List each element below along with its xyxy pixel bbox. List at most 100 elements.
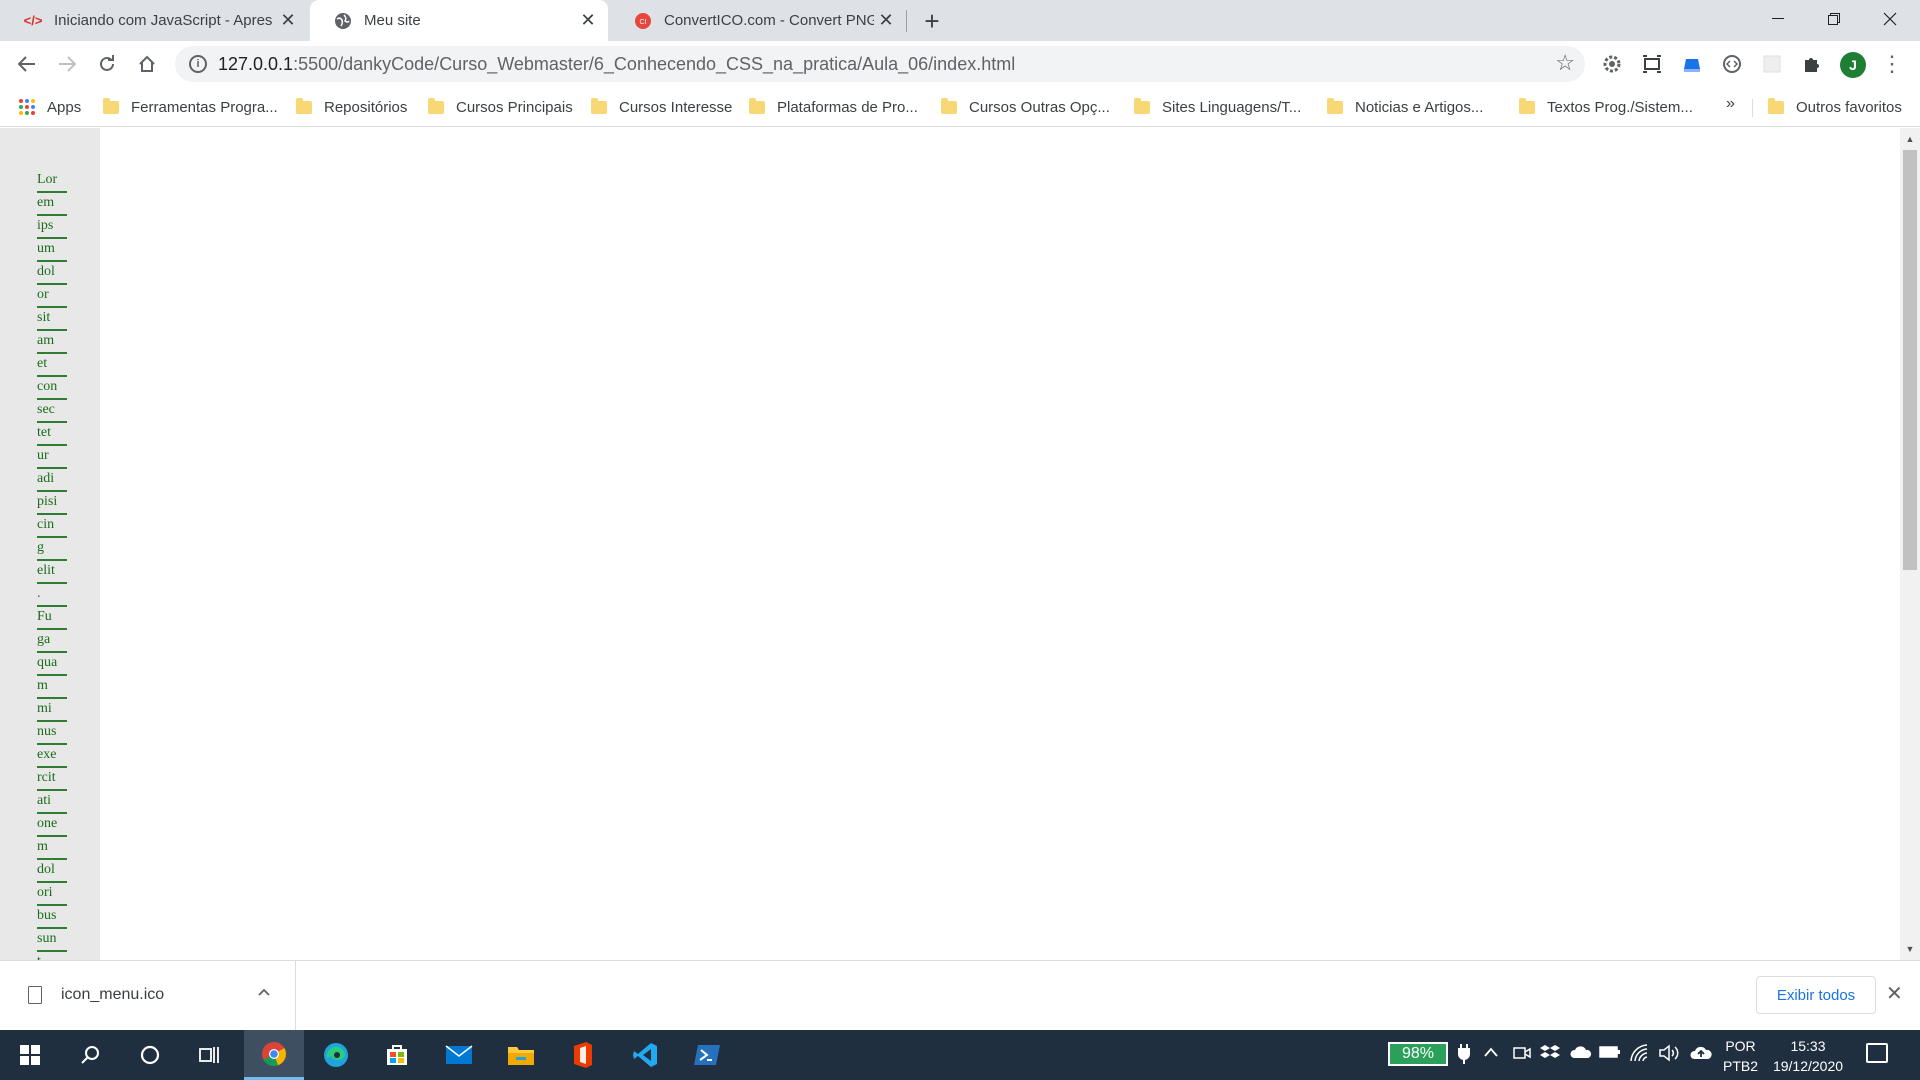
volume-icon[interactable]: [1659, 1044, 1681, 1067]
url-text[interactable]: 127.0.0.1:5500/dankyCode/Curso_Webmaster…: [218, 54, 1015, 75]
blank-extension-icon[interactable]: [1761, 53, 1783, 75]
new-tab-button[interactable]: +: [916, 6, 948, 36]
close-window-button[interactable]: [1862, 0, 1918, 37]
cortana-icon[interactable]: [120, 1030, 180, 1080]
bookmark-folder[interactable]: Ferramentas Progra...: [103, 95, 278, 119]
search-icon[interactable]: [60, 1030, 120, 1080]
scrollbar-thumb[interactable]: [1903, 150, 1917, 570]
battery-indicator[interactable]: 98%: [1388, 1042, 1448, 1066]
scroll-up-arrow-icon[interactable]: ▲: [1900, 130, 1920, 148]
lorem-word-link[interactable]: rcit: [37, 768, 67, 791]
lorem-word-link[interactable]: am: [37, 331, 67, 354]
lorem-word-link[interactable]: um: [37, 239, 67, 262]
mail-icon[interactable]: [429, 1030, 489, 1080]
code-extension-icon[interactable]: [1721, 53, 1743, 75]
show-all-downloads-button[interactable]: Exibir todos: [1756, 976, 1876, 1014]
office-icon[interactable]: [553, 1030, 613, 1080]
browser-menu-icon[interactable]: ⋮: [1881, 51, 1903, 77]
close-tab-icon[interactable]: ✕: [276, 9, 300, 33]
lorem-word-link[interactable]: nus: [37, 722, 67, 745]
close-tab-icon[interactable]: ✕: [874, 9, 898, 33]
start-windows-icon[interactable]: [0, 1030, 60, 1080]
lorem-word-link[interactable]: mi: [37, 699, 67, 722]
address-bar[interactable]: i 127.0.0.1:5500/dankyCode/Curso_Webmast…: [175, 46, 1585, 82]
chevron-up-icon[interactable]: [1484, 1044, 1498, 1061]
lorem-word-link[interactable]: ips: [37, 216, 67, 239]
extension-gear-icon[interactable]: [1601, 53, 1623, 75]
reload-button[interactable]: [91, 48, 123, 80]
lorem-word-link[interactable]: em: [37, 193, 67, 216]
bookmark-folder[interactable]: Cursos Principais: [428, 95, 573, 119]
drive-extension-icon[interactable]: [1681, 53, 1703, 75]
chevron-up-icon[interactable]: [258, 983, 270, 1001]
lorem-word-link[interactable]: or: [37, 285, 67, 308]
back-button[interactable]: [11, 48, 43, 80]
screenshot-extension-icon[interactable]: [1641, 53, 1663, 75]
lorem-word-link[interactable]: m: [37, 676, 67, 699]
tab-converticon[interactable]: CI ConvertICO.com - Convert PNG t ✕: [610, 0, 906, 41]
lorem-word-link[interactable]: dol: [37, 860, 67, 883]
lorem-word-link[interactable]: tet: [37, 423, 67, 446]
home-button[interactable]: [131, 48, 163, 80]
lorem-word-link[interactable]: ga: [37, 630, 67, 653]
lorem-word-link[interactable]: dol: [37, 262, 67, 285]
lorem-word-link[interactable]: m: [37, 837, 67, 860]
bookmark-folder[interactable]: Repositórios: [296, 95, 407, 119]
lorem-word-link[interactable]: pisi: [37, 492, 67, 515]
bookmark-other-favorites[interactable]: Outros favoritos: [1768, 95, 1902, 119]
site-info-icon[interactable]: i: [189, 55, 207, 73]
lorem-word-link[interactable]: elit: [37, 561, 67, 584]
restore-button[interactable]: [1806, 0, 1862, 37]
lorem-word-link[interactable]: one: [37, 814, 67, 837]
bookmark-folder[interactable]: Sites Linguagens/T...: [1134, 95, 1301, 119]
input-language-indicator[interactable]: POR PTB2: [1723, 1036, 1758, 1076]
onedrive-icon[interactable]: [1570, 1044, 1592, 1064]
page-scrollbar[interactable]: ▲ ▼: [1900, 128, 1920, 960]
lorem-word-link[interactable]: ati: [37, 791, 67, 814]
bookmarks-overflow-button[interactable]: »: [1726, 95, 1735, 113]
scroll-down-arrow-icon[interactable]: ▼: [1900, 940, 1920, 958]
lorem-word-link[interactable]: exe: [37, 745, 67, 768]
edge-icon[interactable]: [306, 1030, 366, 1080]
extensions-puzzle-icon[interactable]: [1801, 53, 1823, 75]
vscode-icon[interactable]: [615, 1030, 675, 1080]
bookmark-folder[interactable]: Textos Prog./Sistem...: [1519, 95, 1693, 119]
lorem-word-link[interactable]: t: [37, 952, 67, 960]
chrome-icon[interactable]: [244, 1030, 304, 1080]
cloud-upload-icon[interactable]: [1690, 1044, 1712, 1065]
bookmark-folder[interactable]: Plataformas de Pro...: [749, 95, 918, 119]
lorem-word-link[interactable]: sec: [37, 400, 67, 423]
battery-icon[interactable]: [1599, 1044, 1621, 1064]
lorem-word-link[interactable]: Fu: [37, 607, 67, 630]
lorem-word-link[interactable]: .: [37, 584, 67, 607]
minimize-button[interactable]: [1750, 0, 1806, 37]
lorem-word-link[interactable]: sit: [37, 308, 67, 331]
taskbar-clock[interactable]: 15:33 19/12/2020: [1768, 1036, 1848, 1076]
download-item[interactable]: icon_menu.ico: [0, 961, 296, 1031]
lorem-word-link[interactable]: et: [37, 354, 67, 377]
charging-plug-icon[interactable]: [1457, 1044, 1471, 1069]
store-icon[interactable]: [367, 1030, 427, 1080]
task-view-icon[interactable]: [180, 1030, 240, 1080]
action-center-icon[interactable]: [1866, 1043, 1888, 1063]
lorem-word-link[interactable]: g: [37, 538, 67, 561]
file-explorer-icon[interactable]: [491, 1030, 551, 1080]
lorem-word-link[interactable]: cin: [37, 515, 67, 538]
tab-meu-site[interactable]: Meu site ✕: [310, 0, 608, 41]
lorem-word-link[interactable]: ur: [37, 446, 67, 469]
powershell-icon[interactable]: [677, 1030, 737, 1080]
bookmark-star-icon[interactable]: ☆: [1555, 50, 1575, 76]
close-shelf-icon[interactable]: ✕: [1886, 981, 1903, 1006]
lorem-word-link[interactable]: qua: [37, 653, 67, 676]
lorem-word-link[interactable]: bus: [37, 906, 67, 929]
profile-avatar[interactable]: J: [1840, 52, 1866, 78]
wifi-icon[interactable]: [1630, 1044, 1650, 1067]
tab-javascript[interactable]: </> Iniciando com JavaScript - Apres ✕: [0, 0, 308, 41]
lorem-word-link[interactable]: adi: [37, 469, 67, 492]
lorem-word-link[interactable]: con: [37, 377, 67, 400]
dropbox-icon[interactable]: [1540, 1044, 1560, 1067]
forward-button[interactable]: [51, 48, 83, 80]
lorem-word-link[interactable]: Lor: [37, 170, 67, 193]
lorem-word-link[interactable]: ori: [37, 883, 67, 906]
meet-now-icon[interactable]: [1513, 1044, 1531, 1067]
